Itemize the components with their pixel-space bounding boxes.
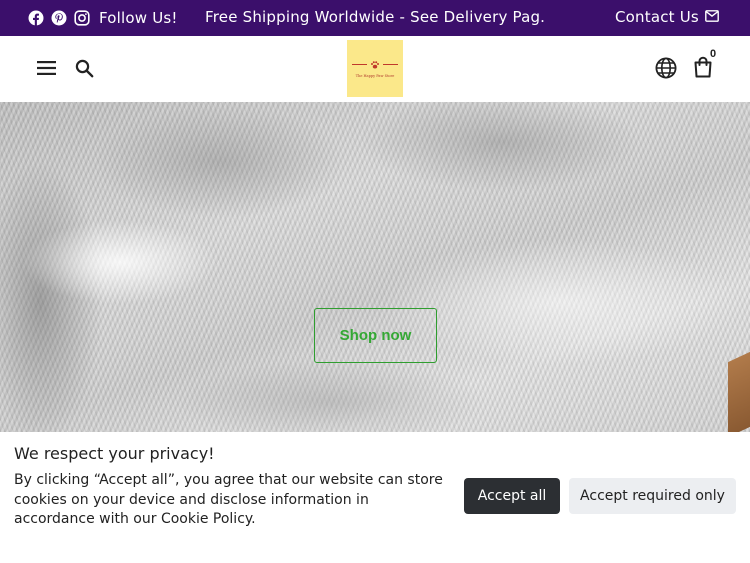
hamburger-menu-icon[interactable] — [37, 60, 57, 80]
instagram-icon[interactable] — [74, 10, 90, 26]
store-logo[interactable]: The Happy Paw Store — [347, 40, 403, 97]
pinterest-icon[interactable] — [51, 10, 67, 26]
contact-us-label: Contact Us — [615, 8, 699, 26]
contact-us-link[interactable]: Contact Us — [615, 8, 719, 26]
accept-required-only-button[interactable]: Accept required only — [569, 478, 736, 514]
cookie-banner-text: By clicking “Accept all”, you agree that… — [14, 472, 443, 527]
announcement-text[interactable]: Free Shipping Worldwide - See Delivery P… — [205, 8, 545, 26]
shop-now-button[interactable]: Shop now — [314, 308, 437, 363]
paw-icon — [352, 60, 398, 70]
mail-icon — [705, 8, 719, 26]
cookie-banner-title: We respect your privacy! — [14, 444, 215, 463]
accept-all-button[interactable]: Accept all — [464, 478, 560, 514]
logo-text: The Happy Paw Store — [355, 73, 395, 78]
cookie-banner: We respect your privacy! By clicking “Ac… — [0, 432, 750, 563]
site-header: The Happy Paw Store 0 — [0, 36, 750, 102]
hero-image-detail — [728, 351, 750, 432]
hero-banner: Shop now — [0, 102, 750, 432]
follow-us-link[interactable]: Follow Us! — [99, 9, 178, 27]
social-links: Follow Us! — [28, 9, 178, 27]
announcement-bar: Follow Us! Free Shipping Worldwide - See… — [0, 0, 750, 36]
facebook-icon[interactable] — [28, 10, 44, 26]
search-icon[interactable] — [75, 59, 95, 83]
cart-count-badge: 0 — [710, 48, 717, 60]
globe-icon[interactable] — [655, 57, 677, 83]
